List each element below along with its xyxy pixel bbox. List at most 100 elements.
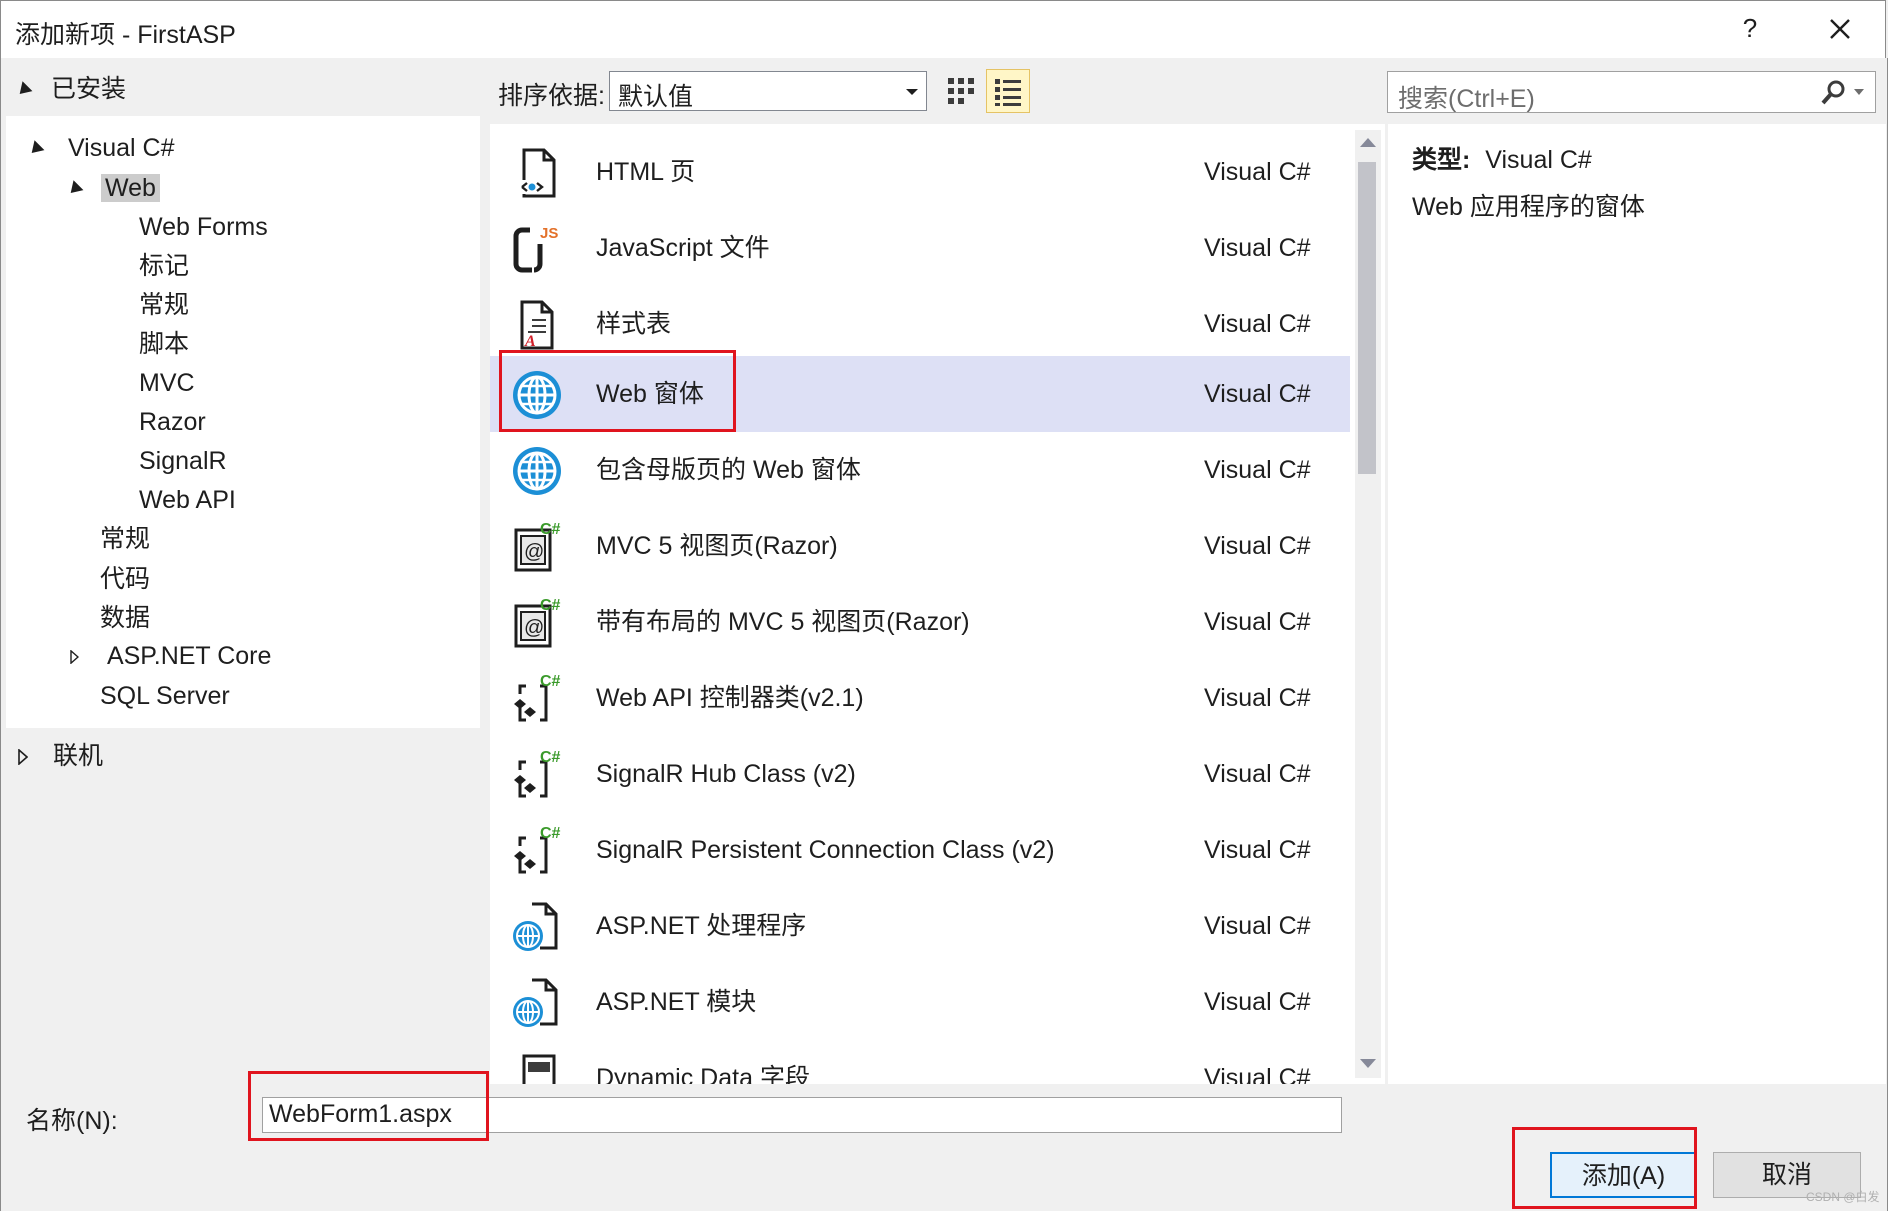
tree-node-visual-csharp[interactable]: Visual C# [26, 130, 175, 166]
item-language: Visual C# [1204, 380, 1311, 408]
collapsed-triangle-icon [18, 748, 29, 767]
item-name: SignalR Hub Class (v2) [596, 760, 856, 788]
list-item[interactable]: ASP.NET 模块 Visual C# [490, 964, 1350, 1040]
svg-text:C#: C# [540, 521, 561, 538]
online-header[interactable]: 联机 [18, 738, 103, 774]
installed-header[interactable]: 已安装 [14, 71, 126, 107]
tree-node-data[interactable]: 数据 [100, 600, 150, 636]
window-title: 添加新项 - FirstASP [15, 21, 236, 49]
item-name: SignalR Persistent Connection Class (v2) [596, 836, 1055, 864]
item-language: Visual C# [1204, 988, 1311, 1016]
item-language: Visual C# [1204, 760, 1311, 788]
list-item[interactable]: HTML 页 Visual C# [490, 134, 1350, 210]
svg-text:JS: JS [540, 225, 558, 242]
tree-node-markup[interactable]: 标记 [139, 248, 189, 284]
type-value: Visual C# [1485, 146, 1592, 174]
tree-node-label: Web [100, 174, 160, 202]
web-handler-icon [510, 900, 564, 954]
scroll-up-arrow-icon[interactable] [1360, 138, 1376, 147]
list-item[interactable]: 包含母版页的 Web 窗体 Visual C# [490, 432, 1350, 508]
template-list: HTML 页 Visual C# JS JavaScript 文件 Visual… [490, 124, 1385, 1084]
tree-node-script[interactable]: 脚本 [139, 326, 189, 362]
item-name: JavaScript 文件 [596, 234, 770, 262]
template-tree [6, 116, 480, 728]
close-icon [1830, 19, 1850, 39]
list-item[interactable]: C# Web API 控制器类(v2.1) Visual C# [490, 660, 1350, 736]
search-placeholder: 搜索(Ctrl+E) [1398, 85, 1535, 113]
tree-node-web-forms[interactable]: Web Forms [139, 209, 268, 245]
title-bar: 添加新项 - FirstASP ? [0, 0, 1886, 58]
watermark: CSDN @白发 [1806, 1190, 1880, 1204]
list-item[interactable]: ASP.NET 处理程序 Visual C# [490, 888, 1350, 964]
tree-node-web-api[interactable]: Web API [139, 482, 236, 518]
svg-text:A: A [524, 333, 536, 350]
item-language: Visual C# [1204, 684, 1311, 712]
type-label: 类型: [1412, 146, 1471, 174]
highlight-box-web-form [499, 350, 736, 432]
close-button[interactable] [1819, 11, 1859, 47]
tree-node-mvc[interactable]: MVC [139, 365, 195, 401]
list-item[interactable]: @ C# MVC 5 视图页(Razor) Visual C# [490, 508, 1350, 584]
search-icon[interactable] [1820, 78, 1848, 106]
help-button[interactable]: ? [1737, 13, 1763, 45]
search-options-chevron-icon[interactable] [1854, 89, 1864, 95]
name-label: 名称(N): [26, 1107, 118, 1135]
tree-node-general-2[interactable]: 常规 [100, 521, 150, 557]
tree-node-razor[interactable]: Razor [139, 404, 206, 440]
item-description: Web 应用程序的窗体 [1412, 193, 1645, 221]
globe-icon [510, 444, 564, 498]
tree-node-general[interactable]: 常规 [139, 287, 189, 323]
csharp-class-icon: C# [510, 824, 564, 878]
window-frame-left [0, 58, 1, 1211]
list-view-button[interactable] [986, 69, 1030, 113]
item-language: Visual C# [1204, 608, 1311, 636]
expanded-triangle-icon [14, 81, 33, 99]
scroll-down-arrow-icon[interactable] [1360, 1059, 1376, 1068]
javascript-file-icon: JS [510, 222, 564, 276]
stylesheet-icon: A [510, 298, 564, 352]
item-language: Visual C# [1204, 532, 1311, 560]
tree-node-sql-server[interactable]: SQL Server [100, 678, 230, 714]
expanded-triangle-icon [26, 140, 45, 158]
sort-value: 默认值 [618, 83, 694, 111]
installed-label: 已安装 [50, 75, 126, 103]
scrollbar-thumb[interactable] [1358, 162, 1376, 474]
small-icons-grid-icon [948, 78, 974, 104]
item-name: Web API 控制器类(v2.1) [596, 684, 864, 712]
tree-node-signalr[interactable]: SignalR [139, 443, 227, 479]
svg-text:C#: C# [540, 673, 561, 690]
item-name: ASP.NET 处理程序 [596, 912, 807, 940]
item-language: Visual C# [1204, 836, 1311, 864]
tree-node-aspnet-core[interactable]: ASP.NET Core [70, 638, 271, 674]
tree-node-label: Visual C# [67, 134, 175, 162]
collapsed-triangle-icon [70, 650, 79, 665]
item-name: 包含母版页的 Web 窗体 [596, 456, 861, 484]
sort-dropdown[interactable]: 默认值 [609, 71, 927, 111]
razor-view-icon: @ C# [510, 520, 564, 574]
list-item[interactable]: @ C# 带有布局的 MVC 5 视图页(Razor) Visual C# [490, 584, 1350, 660]
list-item[interactable]: JS JavaScript 文件 Visual C# [490, 210, 1350, 286]
list-view-icon [995, 79, 1021, 106]
svg-text:@: @ [524, 541, 544, 563]
item-language: Visual C# [1204, 456, 1311, 484]
svg-text:C#: C# [540, 597, 561, 614]
tree-node-web[interactable]: Web [65, 170, 160, 206]
item-name: 带有布局的 MVC 5 视图页(Razor) [596, 608, 970, 636]
razor-view-icon: @ C# [510, 596, 564, 650]
item-language: Visual C# [1204, 310, 1311, 338]
item-language: Visual C# [1204, 1064, 1311, 1084]
online-label: 联机 [52, 742, 103, 770]
item-name: Dynamic Data 字段 [596, 1064, 810, 1084]
html-page-icon [510, 146, 564, 200]
list-item[interactable]: C# SignalR Hub Class (v2) Visual C# [490, 736, 1350, 812]
web-handler-icon [510, 976, 564, 1030]
tree-node-code[interactable]: 代码 [100, 561, 150, 597]
svg-text:C#: C# [540, 749, 561, 766]
item-language: Visual C# [1204, 158, 1311, 186]
search-input[interactable]: 搜索(Ctrl+E) [1387, 71, 1876, 113]
small-icons-view-button[interactable] [944, 74, 978, 108]
list-item[interactable]: C# SignalR Persistent Connection Class (… [490, 812, 1350, 888]
chevron-down-icon [906, 89, 918, 95]
type-line: 类型: Visual C# [1412, 140, 1592, 176]
list-item[interactable]: Dynamic Data 字段 Visual C# [490, 1040, 1350, 1084]
